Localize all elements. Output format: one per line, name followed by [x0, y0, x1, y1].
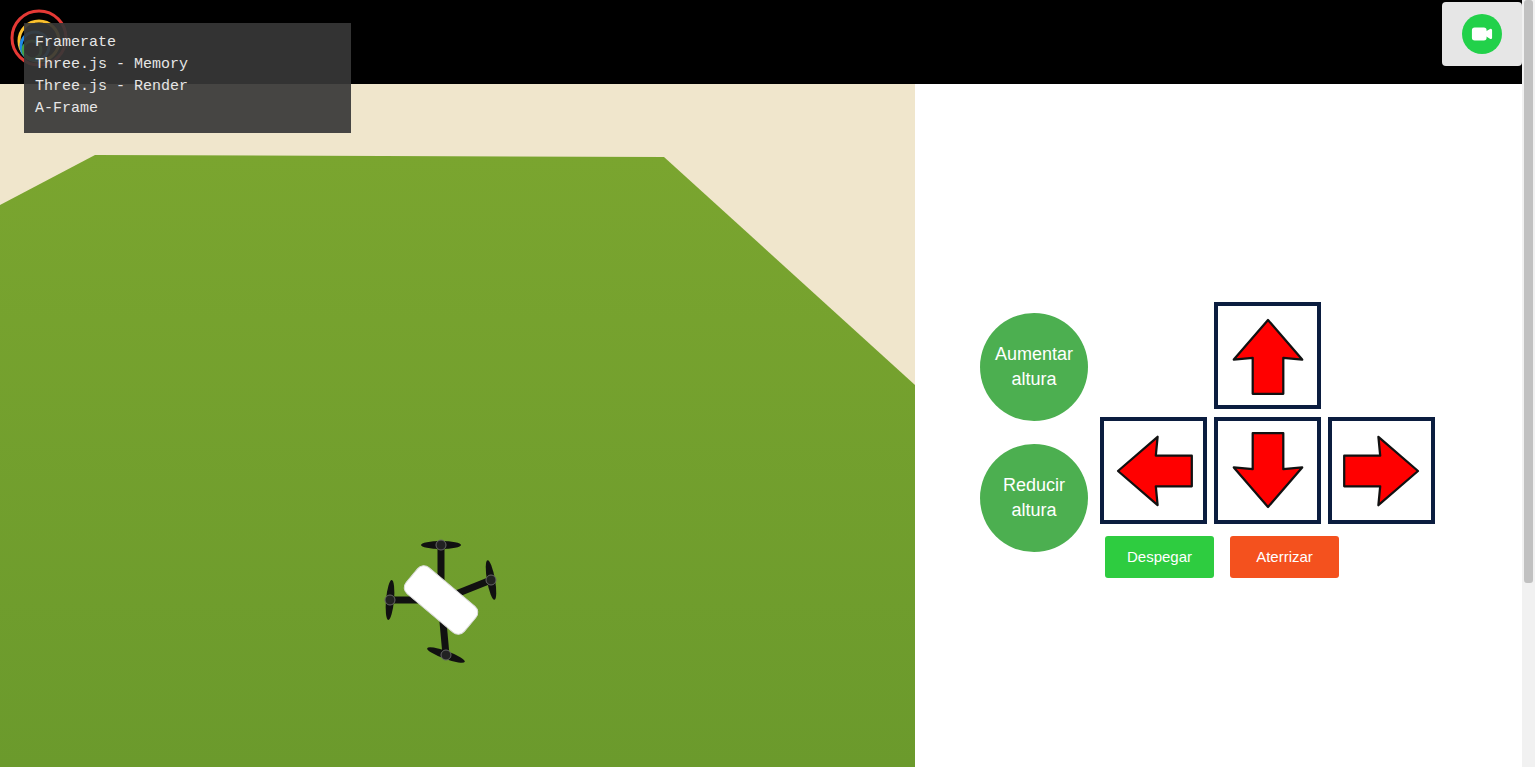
drone-icon	[384, 540, 498, 666]
stats-line: Three.js - Render	[35, 76, 340, 98]
grass-ground	[0, 155, 915, 767]
arrow-down-icon	[1223, 426, 1313, 516]
app: FramerateThree.js - MemoryThree.js - Ren…	[0, 0, 1535, 767]
camera-badge	[1462, 14, 1502, 54]
direction-controls: Despegar Aterrizar	[1100, 302, 1435, 578]
camera-button[interactable]	[1442, 2, 1522, 66]
stats-line: Three.js - Memory	[35, 54, 340, 76]
stats-line: Framerate	[35, 32, 340, 54]
arrow-left-icon	[1109, 426, 1199, 516]
body: Aumentar altura Reducir altura Despegar Ate…	[0, 84, 1522, 767]
arrow-left-button[interactable]	[1100, 417, 1207, 524]
arrow-up-button[interactable]	[1214, 302, 1321, 409]
video-camera-icon	[1471, 23, 1493, 45]
arrow-right-button[interactable]	[1328, 417, 1435, 524]
control-panel: Aumentar altura Reducir altura Despegar Ate…	[915, 84, 1522, 767]
main: FramerateThree.js - MemoryThree.js - Ren…	[0, 0, 1522, 767]
scrollbar[interactable]	[1522, 0, 1535, 767]
stats-line: A-Frame	[35, 98, 340, 120]
altitude-controls: Aumentar altura Reducir altura	[980, 313, 1088, 578]
scrollbar-thumb[interactable]	[1524, 0, 1533, 583]
controls: Aumentar altura Reducir altura Despegar Ate…	[980, 302, 1522, 578]
altitude-button[interactable]: Reducir altura	[980, 444, 1088, 552]
action-button[interactable]: Aterrizar	[1230, 536, 1339, 578]
altitude-button[interactable]: Aumentar altura	[980, 313, 1088, 421]
scene-view	[0, 84, 915, 767]
action-buttons: Despegar Aterrizar	[1105, 536, 1435, 578]
arrow-right-icon	[1337, 426, 1427, 516]
action-button[interactable]: Despegar	[1105, 536, 1214, 578]
arrow-up-icon	[1223, 311, 1313, 401]
arrow-pad	[1100, 302, 1435, 524]
drone-scene	[0, 84, 915, 767]
stats-panel: FramerateThree.js - MemoryThree.js - Ren…	[24, 23, 351, 133]
arrow-down-button[interactable]	[1214, 417, 1321, 524]
